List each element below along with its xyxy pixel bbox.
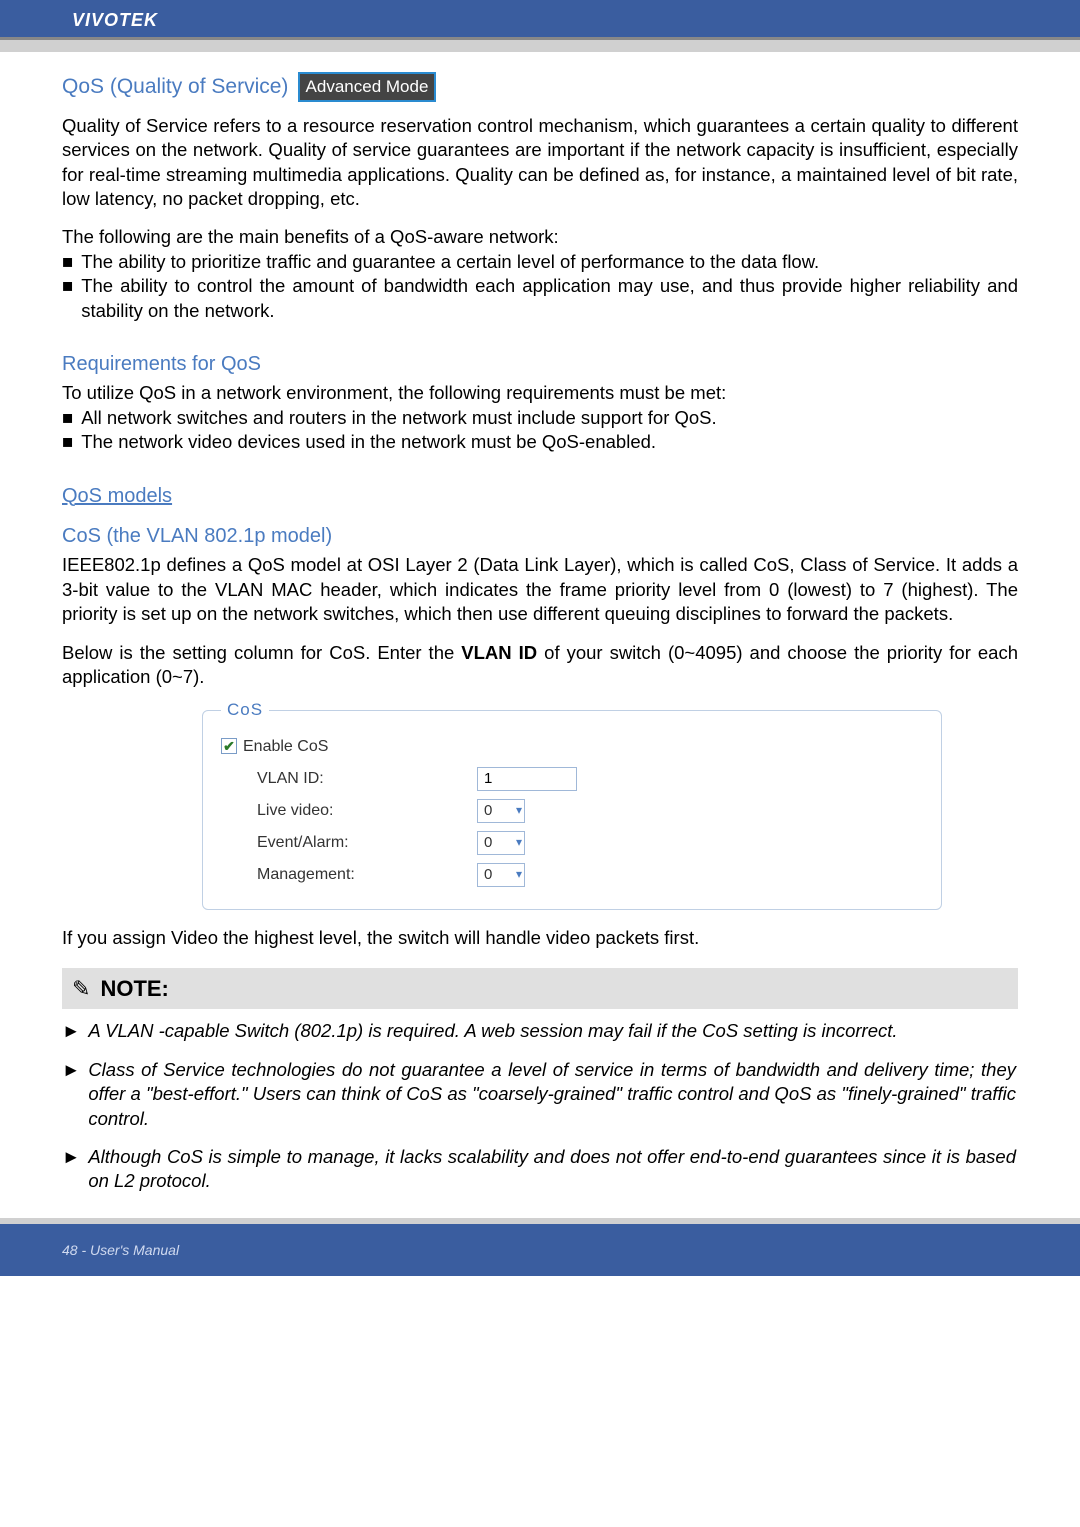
req-bullet-2-text: The network video devices used in the ne… [81,430,1018,454]
header-separator [0,40,1080,52]
triangle-bullet-icon: ► [62,1058,88,1131]
pencil-icon: ✎ [72,974,90,1003]
enable-cos-checkbox[interactable]: ✔ [221,738,237,754]
cos-para2-bold: VLAN ID [461,642,537,663]
qos-section: QoS (Quality of Service) Advanced Mode Q… [62,72,1018,323]
event-alarm-select[interactable]: 0 ▾ [477,831,525,855]
footer-page: 48 - User's Manual [62,1242,179,1258]
chevron-down-icon: ▾ [516,867,522,883]
page-content: QoS (Quality of Service) Advanced Mode Q… [0,52,1080,1218]
qos-benefits-intro: The following are the main benefits of a… [62,225,1018,249]
requirements-intro: To utilize QoS in a network environment,… [62,381,1018,405]
live-video-value: 0 [484,801,492,821]
req-bullet-1: ■ All network switches and routers in th… [62,406,1018,430]
vlan-id-label: VLAN ID: [257,768,477,789]
event-alarm-row: Event/Alarm: 0 ▾ [221,831,923,855]
event-alarm-label: Event/Alarm: [257,832,477,853]
triangle-bullet-icon: ► [62,1019,88,1043]
square-bullet-icon: ■ [62,274,81,323]
qos-bullet-2-text: The ability to control the amount of ban… [81,274,1018,323]
enable-cos-label: Enable CoS [243,736,328,757]
qos-title: QoS (Quality of Service) [62,73,288,101]
square-bullet-icon: ■ [62,406,81,430]
chevron-down-icon: ▾ [516,835,522,851]
cos-after-text: If you assign Video the highest level, t… [62,926,1018,950]
cos-title: CoS (the VLAN 802.1p model) [62,523,1018,549]
note-item-2: ► Class of Service technologies do not g… [62,1058,1018,1131]
note-3-text: Although CoS is simple to manage, it lac… [88,1145,1018,1194]
vlan-id-row: VLAN ID: [221,767,923,791]
cos-section: CoS (the VLAN 802.1p model) IEEE802.1p d… [62,523,1018,950]
footer-bar: 48 - User's Manual [0,1224,1080,1276]
vlan-id-input[interactable] [477,767,577,791]
cos-para2-a: Below is the setting column for CoS. Ent… [62,642,461,663]
note-1-text: A VLAN -capable Switch (802.1p) is requi… [88,1019,1018,1043]
management-label: Management: [257,864,477,885]
live-video-select[interactable]: 0 ▾ [477,799,525,823]
enable-cos-row: ✔ Enable CoS [221,736,923,757]
chevron-down-icon: ▾ [516,803,522,819]
live-video-row: Live video: 0 ▾ [221,799,923,823]
advanced-mode-badge: Advanced Mode [298,72,437,102]
note-item-1: ► A VLAN -capable Switch (802.1p) is req… [62,1019,1018,1043]
cos-legend: CoS [221,699,269,721]
req-bullet-1-text: All network switches and routers in the … [81,406,1018,430]
cos-form: CoS ✔ Enable CoS VLAN ID: Live video: 0 … [202,699,942,910]
management-select[interactable]: 0 ▾ [477,863,525,887]
square-bullet-icon: ■ [62,430,81,454]
management-value: 0 [484,865,492,885]
requirements-section: Requirements for QoS To utilize QoS in a… [62,351,1018,455]
cos-para1: IEEE802.1p defines a QoS model at OSI La… [62,553,1018,626]
qos-bullet-1: ■ The ability to prioritize traffic and … [62,250,1018,274]
note-label: NOTE: [100,974,168,1003]
management-row: Management: 0 ▾ [221,863,923,887]
note-item-3: ► Although CoS is simple to manage, it l… [62,1145,1018,1194]
square-bullet-icon: ■ [62,250,81,274]
qos-bullet-2: ■ The ability to control the amount of b… [62,274,1018,323]
qos-bullet-1-text: The ability to prioritize traffic and gu… [81,250,1018,274]
header-bar: VIVOTEK [0,0,1080,40]
cos-para2: Below is the setting column for CoS. Ent… [62,641,1018,690]
qos-intro: Quality of Service refers to a resource … [62,114,1018,212]
event-alarm-value: 0 [484,833,492,853]
note-2-text: Class of Service technologies do not gua… [88,1058,1018,1131]
cos-fieldset: CoS ✔ Enable CoS VLAN ID: Live video: 0 … [202,699,942,910]
live-video-label: Live video: [257,800,477,821]
requirements-title: Requirements for QoS [62,351,1018,377]
triangle-bullet-icon: ► [62,1145,88,1194]
brand-text: VIVOTEK [72,10,158,30]
note-header: ✎ NOTE: [62,968,1018,1009]
qos-models-title: QoS models [62,483,1018,509]
req-bullet-2: ■ The network video devices used in the … [62,430,1018,454]
